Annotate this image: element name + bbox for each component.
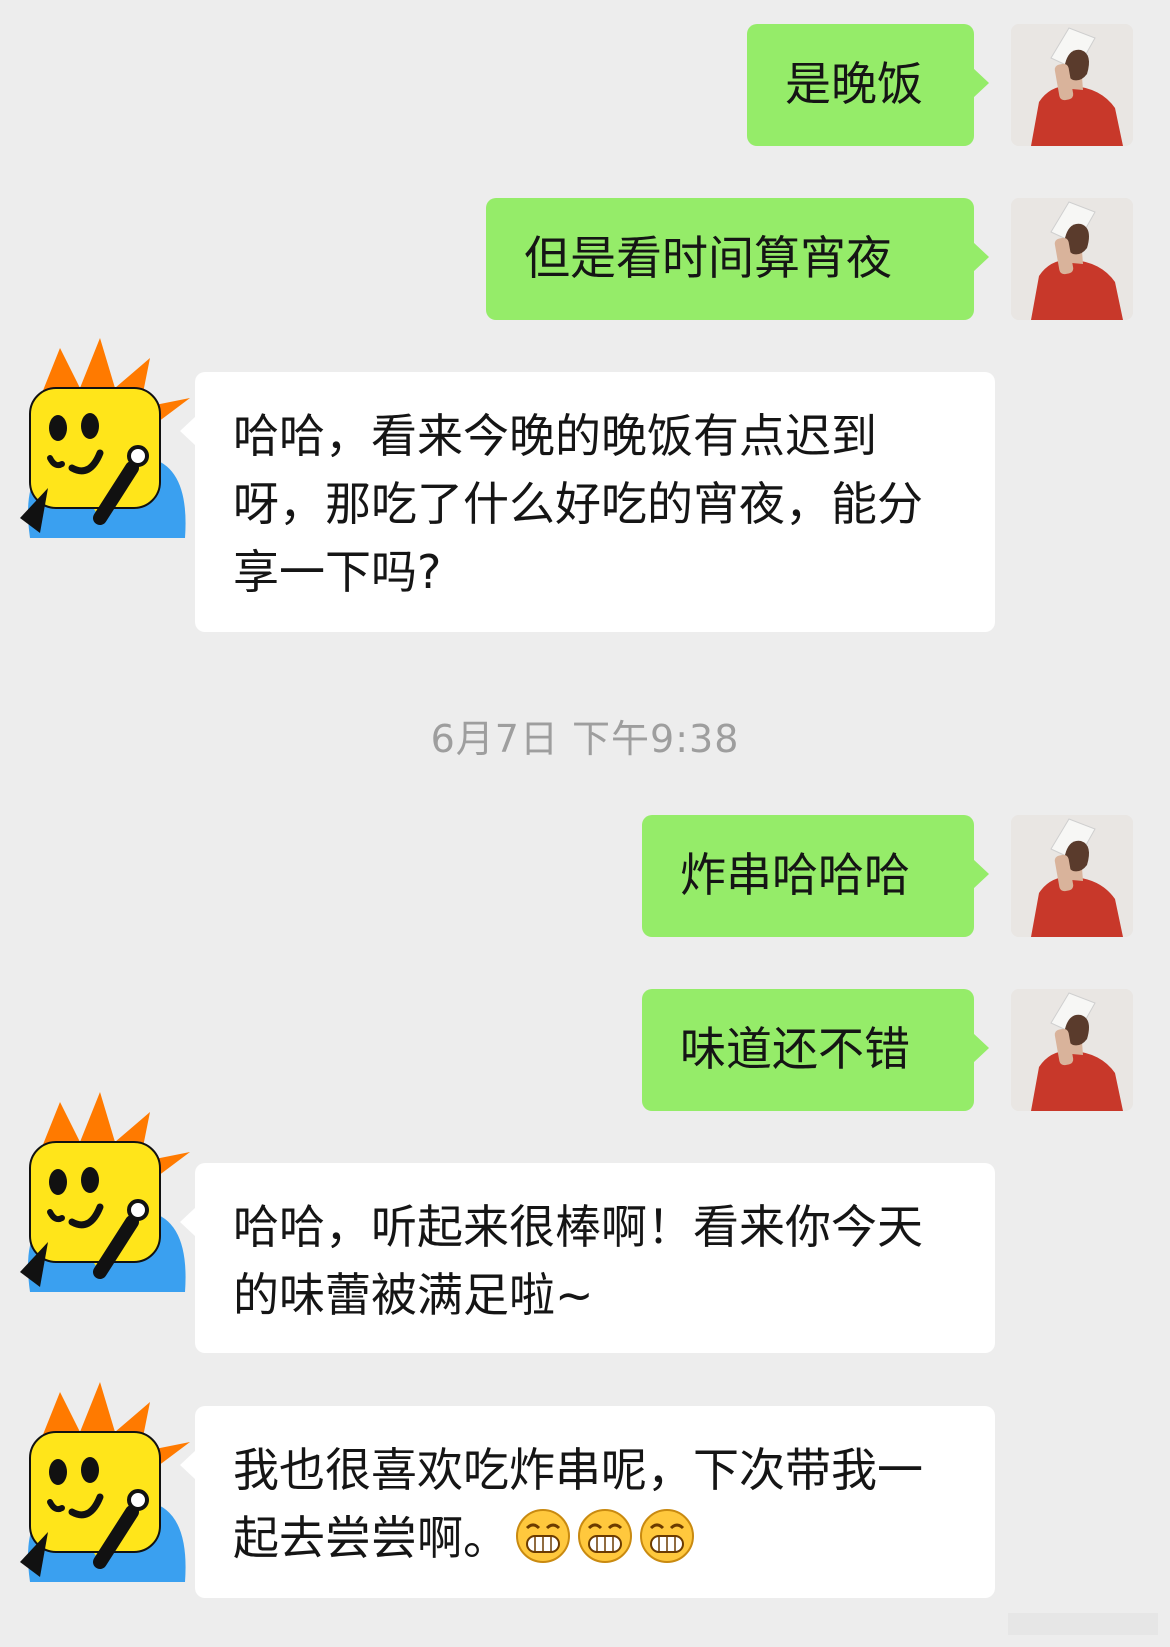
watermark-decoration (1000, 1603, 1170, 1643)
user-avatar[interactable] (1011, 989, 1133, 1111)
message-text: 但是看时间算宵夜 (524, 231, 892, 285)
user-avatar[interactable] (1011, 24, 1133, 146)
message-bubble-received[interactable]: 哈哈，看来今晚的晚饭有点迟到呀，那吃了什么好吃的宵夜，能分享一下吗? (180, 372, 995, 632)
grin-emoji (577, 1508, 633, 1564)
message-bubble-sent[interactable]: 是晚饭 (747, 24, 989, 146)
timestamp: 6月7日 下午9:38 (430, 717, 740, 761)
message-text: 炸串哈哈哈 (680, 848, 910, 902)
avatar-photo-icon (1011, 198, 1133, 320)
message-text: 我也很喜欢吃炸串呢，下次带我一起去尝尝啊。 (233, 1436, 959, 1572)
message-text: 哈哈，看来今晚的晚饭有点迟到呀，那吃了什么好吃的宵夜，能分享一下吗? (233, 409, 923, 599)
bot-avatar[interactable] (0, 318, 200, 558)
message-text: 哈哈，听起来很棒啊！看来你今天的味蕾被满足啦~ (233, 1200, 923, 1322)
message-bubble-sent[interactable]: 但是看时间算宵夜 (486, 198, 989, 320)
message-bubble-received[interactable]: 哈哈，听起来很棒啊！看来你今天的味蕾被满足啦~ (180, 1163, 995, 1353)
grin-emoji (515, 1508, 571, 1564)
chat-view: 是晚饭 但是看时间算宵夜 哈哈，看来今晚的晚饭有点迟到呀，那吃了什么好吃的宵夜，… (0, 0, 1170, 1643)
user-avatar[interactable] (1011, 198, 1133, 320)
user-avatar[interactable] (1011, 815, 1133, 937)
bot-avatar[interactable] (0, 1362, 200, 1602)
grin-emoji (639, 1508, 695, 1564)
message-text: 是晚饭 (785, 57, 923, 111)
message-bubble-sent[interactable]: 炸串哈哈哈 (642, 815, 989, 937)
cartoon-character-icon (20, 338, 190, 538)
cartoon-character-icon (20, 1382, 190, 1582)
avatar-photo-icon (1011, 815, 1133, 937)
message-text: 味道还不错 (680, 1022, 910, 1076)
bot-avatar[interactable] (0, 1072, 200, 1312)
avatar-photo-icon (1011, 989, 1133, 1111)
message-bubble-sent[interactable]: 味道还不错 (642, 989, 989, 1111)
message-bubble-received[interactable]: 我也很喜欢吃炸串呢，下次带我一起去尝尝啊。 (180, 1406, 995, 1598)
avatar-photo-icon (1011, 24, 1133, 146)
cartoon-character-icon (20, 1092, 190, 1292)
